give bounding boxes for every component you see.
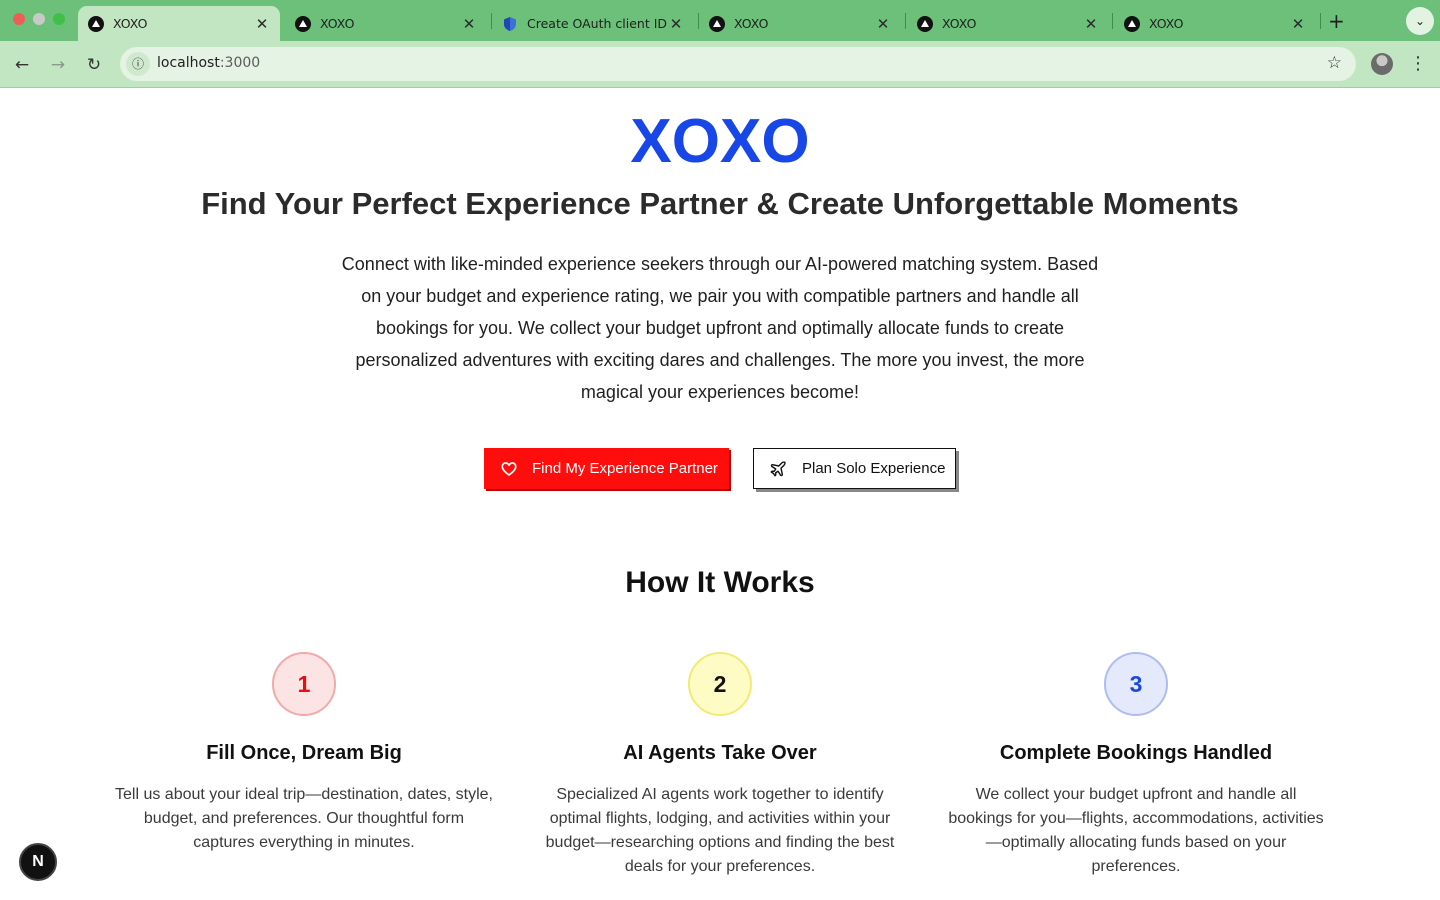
- page-content: XOXO Find Your Perfect Experience Partne…: [0, 88, 1440, 900]
- step-description: We collect your budget upfront and handl…: [948, 786, 1324, 875]
- hero-description: Connect with like-minded experience seek…: [341, 254, 1099, 402]
- step-card-1: 1 Fill Once, Dream Big Tell us about you…: [104, 652, 504, 855]
- minimize-window-button[interactable]: [33, 13, 45, 25]
- tab-title: Create OAuth client ID –: [527, 16, 668, 31]
- triangle-favicon-icon: [1124, 15, 1140, 32]
- step-title: Complete Bookings Handled: [999, 742, 1273, 764]
- how-it-works-title: How It Works: [625, 566, 815, 599]
- hero-headline: Find Your Perfect Experience Partner & C…: [201, 186, 1239, 221]
- close-tab-icon[interactable]: ✕: [668, 15, 684, 33]
- step-title: Fill Once, Dream Big: [206, 742, 402, 764]
- triangle-favicon-icon: [917, 15, 933, 32]
- url-text[interactable]: localhost:3000: [157, 55, 260, 71]
- close-tab-icon[interactable]: ✕: [1290, 15, 1306, 33]
- bookmark-star-icon[interactable]: ☆: [1327, 53, 1342, 73]
- tab-separator: [905, 13, 906, 29]
- profile-avatar[interactable]: [1371, 53, 1393, 75]
- triangle-favicon-icon: [88, 15, 104, 32]
- tab-title: XOXO: [320, 16, 355, 31]
- tab-title: XOXO: [113, 16, 148, 31]
- tab-title: XOXO: [942, 16, 977, 31]
- step-card-3: 3 Complete Bookings Handled We collect y…: [936, 652, 1336, 879]
- step-title: AI Agents Take Over: [623, 742, 817, 764]
- address-bar[interactable]: ⓘ localhost:3000 ☆: [120, 47, 1356, 81]
- browser-tab-1[interactable]: XOXO ✕: [78, 6, 280, 41]
- plan-solo-label: Plan Solo Experience: [802, 460, 946, 477]
- browser-tab-4[interactable]: XOXO ✕: [699, 6, 901, 41]
- step-number-badge: 2: [688, 652, 752, 716]
- maximize-window-button[interactable]: [53, 13, 65, 25]
- close-tab-icon[interactable]: ✕: [461, 15, 477, 33]
- step-card-2: 2 AI Agents Take Over Specialized AI age…: [520, 652, 920, 879]
- step-description: Specialized AI agents work together to i…: [545, 786, 895, 875]
- reload-icon[interactable]: ↻: [82, 53, 106, 77]
- browser-tab-5[interactable]: XOXO ✕: [907, 6, 1109, 41]
- browser-tab-6[interactable]: XOXO ✕: [1114, 6, 1316, 41]
- plan-solo-button[interactable]: Plan Solo Experience: [753, 448, 956, 489]
- back-arrow-icon[interactable]: ←: [10, 53, 34, 77]
- shield-favicon-icon: [502, 16, 518, 32]
- tab-title: XOXO: [734, 16, 769, 31]
- tab-separator: [1320, 13, 1321, 29]
- step-number-badge: 1: [272, 652, 336, 716]
- browser-toolbar: ← → ↻ ⓘ localhost:3000 ☆ ⋮: [0, 41, 1440, 88]
- close-tab-icon[interactable]: ✕: [254, 15, 270, 33]
- close-tab-icon[interactable]: ✕: [875, 15, 891, 33]
- nextjs-dev-tools-badge[interactable]: N: [19, 843, 57, 881]
- close-window-button[interactable]: [13, 13, 25, 25]
- step-number-badge: 3: [1104, 652, 1168, 716]
- new-tab-plus-icon[interactable]: +: [1328, 9, 1345, 33]
- tab-separator: [1112, 13, 1113, 29]
- close-tab-icon[interactable]: ✕: [1083, 15, 1099, 33]
- heart-icon: [501, 461, 517, 476]
- forward-arrow-icon[interactable]: →: [46, 53, 70, 77]
- triangle-favicon-icon: [709, 15, 725, 32]
- brand-logo: XOXO: [630, 107, 810, 176]
- browser-menu-icon[interactable]: ⋮: [1408, 52, 1428, 76]
- browser-tab-2[interactable]: XOXO ✕: [285, 6, 487, 41]
- find-partner-button[interactable]: Find My Experience Partner: [484, 448, 729, 489]
- triangle-favicon-icon: [295, 15, 311, 32]
- find-partner-label: Find My Experience Partner: [532, 460, 718, 477]
- tab-search-chevron-icon[interactable]: ⌄: [1406, 7, 1434, 35]
- tab-title: XOXO: [1149, 16, 1184, 31]
- browser-tab-3[interactable]: Create OAuth client ID – ✕: [492, 6, 694, 41]
- browser-tab-bar: XOXO ✕ XOXO ✕ Create OAuth client ID – ✕…: [0, 0, 1440, 41]
- site-info-icon[interactable]: ⓘ: [126, 52, 150, 76]
- plane-icon: [770, 460, 786, 476]
- step-description: Tell us about your ideal trip—destinatio…: [115, 786, 493, 851]
